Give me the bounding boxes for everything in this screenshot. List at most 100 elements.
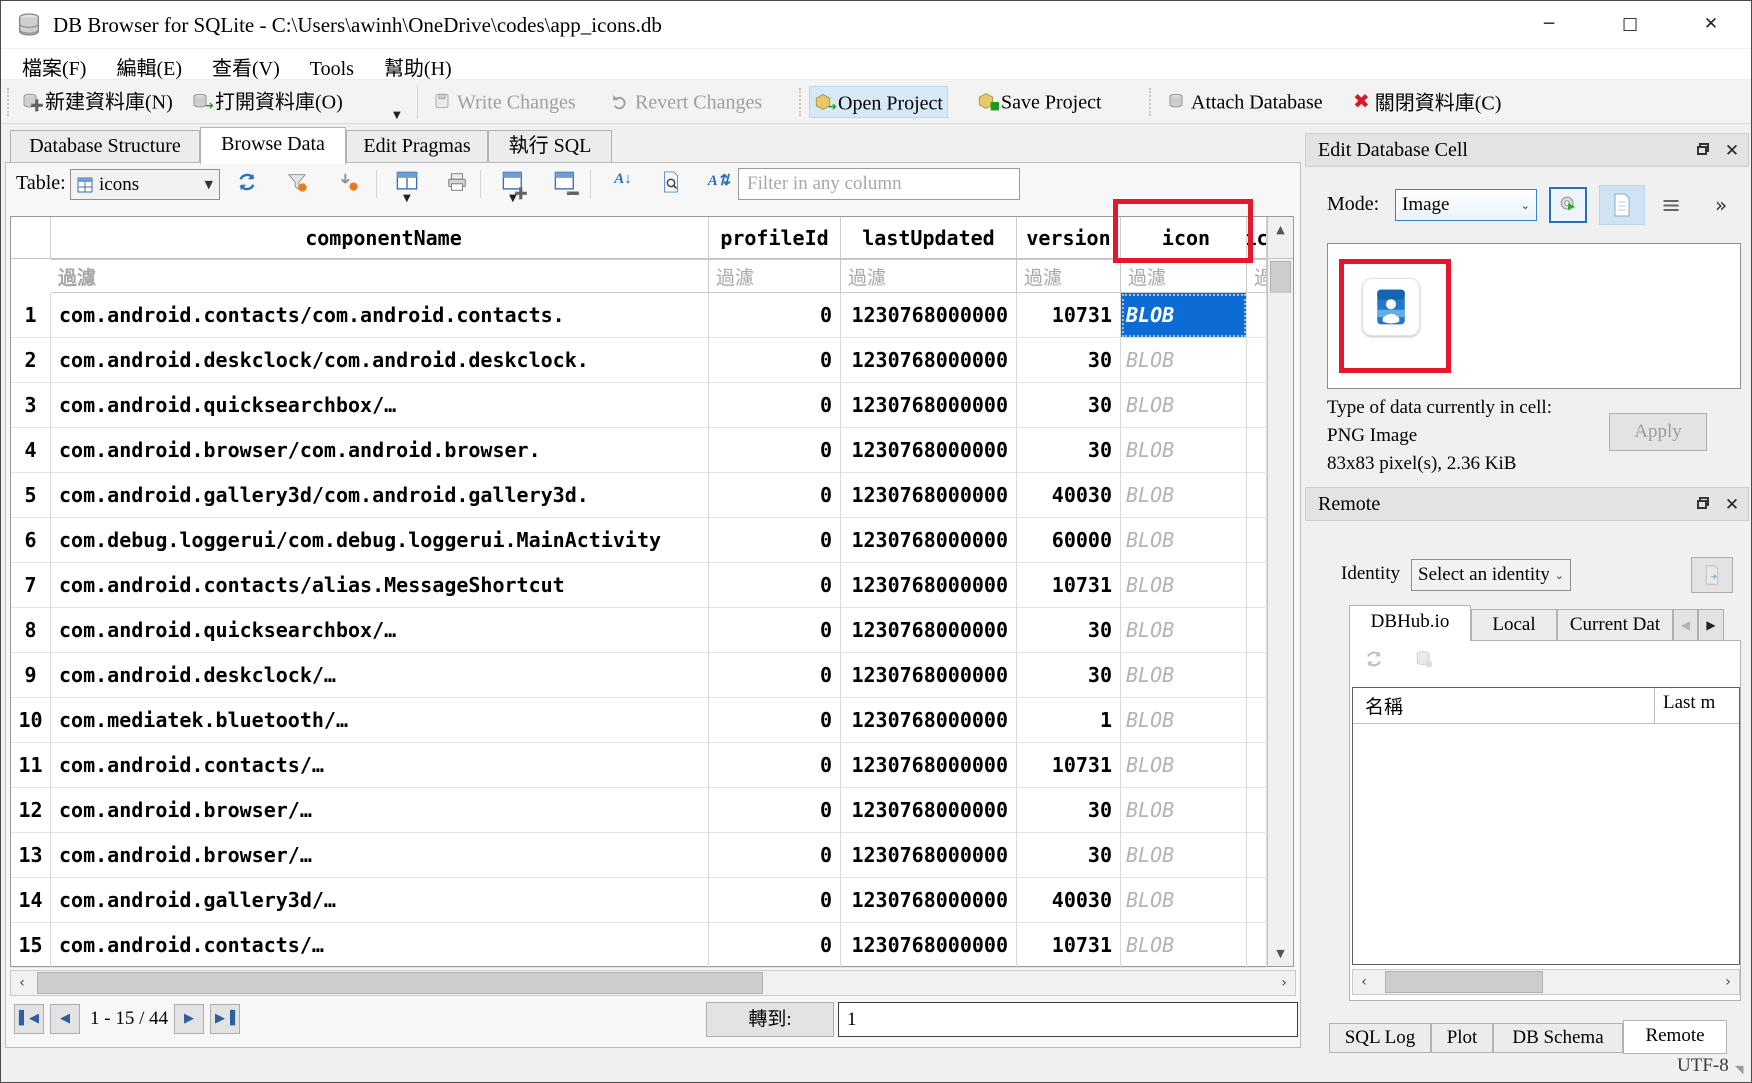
dock-tab-remote[interactable]: Remote: [1623, 1020, 1727, 1054]
hscrollbar-thumb[interactable]: [37, 972, 763, 994]
cell-icon-blob[interactable]: BLOB: [1121, 428, 1247, 473]
filter-partial[interactable]: 過濾: [1247, 259, 1267, 293]
open-project-button[interactable]: ➜ Open Project: [809, 86, 948, 118]
cell-version[interactable]: 10731: [1017, 293, 1121, 338]
cell-lastupdated[interactable]: 1230768000000: [841, 473, 1017, 518]
cell-componentname[interactable]: com.android.contacts/com.android.contact…: [51, 293, 709, 338]
cell-componentname[interactable]: com.android.quicksearchbox/…: [51, 383, 709, 428]
find-in-table-icon[interactable]: [658, 171, 684, 197]
cell-icon-blob[interactable]: BLOB: [1121, 833, 1247, 878]
table-row[interactable]: 5 com.android.gallery3d/com.android.gall…: [11, 473, 1267, 518]
cell-lastupdated[interactable]: 1230768000000: [841, 698, 1017, 743]
menu-file[interactable]: 檔案(F): [9, 49, 99, 80]
cell-componentname[interactable]: com.android.deskclock/com.android.deskcl…: [51, 338, 709, 383]
cell-profileid[interactable]: 0: [709, 923, 841, 968]
cell-profileid[interactable]: 0: [709, 878, 841, 923]
cell-icon-blob[interactable]: BLOB: [1121, 698, 1247, 743]
cell-version[interactable]: 30: [1017, 383, 1121, 428]
cell-componentname[interactable]: com.android.browser/…: [51, 788, 709, 833]
delete-record-button[interactable]: ➖: [552, 171, 578, 197]
attach-database-button[interactable]: Attach Database: [1163, 86, 1327, 118]
cell-lastupdated[interactable]: 1230768000000: [841, 518, 1017, 563]
cell-icon-blob[interactable]: BLOB: [1121, 923, 1247, 968]
cell-componentname[interactable]: com.android.contacts/alias.MessageShortc…: [51, 563, 709, 608]
close-button[interactable]: ✕: [1689, 1, 1733, 48]
cell-icon-blob[interactable]: BLOB: [1121, 518, 1247, 563]
cell-version[interactable]: 30: [1017, 338, 1121, 383]
cell-partial[interactable]: [1247, 608, 1267, 653]
cell-lastupdated[interactable]: 1230768000000: [841, 383, 1017, 428]
cell-componentname[interactable]: com.mediatek.bluetooth/…: [51, 698, 709, 743]
cell-icon-blob[interactable]: BLOB: [1121, 608, 1247, 653]
column-header-componentname[interactable]: componentName: [51, 217, 709, 259]
cell-lastupdated[interactable]: 1230768000000: [841, 293, 1017, 338]
remote-horizontal-scrollbar[interactable]: ‹ ›: [1352, 969, 1740, 995]
tab-scroll-right-icon[interactable]: ▶: [1698, 609, 1724, 641]
filter-componentname[interactable]: 過濾: [51, 259, 709, 293]
cell-profileid[interactable]: 0: [709, 608, 841, 653]
remote-upload-icon[interactable]: [1414, 649, 1434, 674]
cell-profileid[interactable]: 0: [709, 698, 841, 743]
scroll-right-icon[interactable]: ›: [1717, 970, 1739, 994]
cell-partial[interactable]: [1247, 428, 1267, 473]
cell-icon-blob[interactable]: BLOB: [1121, 788, 1247, 833]
cell-partial[interactable]: [1247, 788, 1267, 833]
cell-profileid[interactable]: 0: [709, 518, 841, 563]
filter-icon[interactable]: 過濾: [1121, 259, 1247, 293]
menu-view[interactable]: 查看(V): [199, 49, 293, 80]
maximize-button[interactable]: □: [1608, 1, 1652, 48]
close-dock-icon[interactable]: ✕: [1722, 495, 1742, 515]
filter-profileid[interactable]: 過濾: [709, 259, 841, 293]
table-row[interactable]: 12 com.android.browser/… 0 1230768000000…: [11, 788, 1267, 833]
cell-lastupdated[interactable]: 1230768000000: [841, 743, 1017, 788]
cell-profileid[interactable]: 0: [709, 563, 841, 608]
revert-changes-button[interactable]: Revert Changes: [607, 86, 766, 118]
cell-profileid[interactable]: 0: [709, 653, 841, 698]
filter-lastupdated[interactable]: 過濾: [841, 259, 1017, 293]
column-header-lastupdated[interactable]: lastUpdated: [841, 217, 1017, 259]
cell-partial[interactable]: [1247, 833, 1267, 878]
tab-scroll-left-icon[interactable]: ◀: [1673, 609, 1698, 641]
scroll-left-icon[interactable]: ‹: [1353, 970, 1375, 994]
remote-tab-local[interactable]: Local: [1471, 609, 1557, 641]
float-dock-icon[interactable]: [1694, 495, 1714, 515]
save-filters-button[interactable]: [336, 171, 362, 197]
encoding-status[interactable]: UTF-8: [1677, 1055, 1729, 1077]
cell-partial[interactable]: [1247, 653, 1267, 698]
cell-profileid[interactable]: 0: [709, 293, 841, 338]
cell-version[interactable]: 40030: [1017, 878, 1121, 923]
vertical-scrollbar-track[interactable]: ▼: [1267, 293, 1293, 966]
cell-profileid[interactable]: 0: [709, 473, 841, 518]
cell-componentname[interactable]: com.debug.loggerui/com.debug.loggerui.Ma…: [51, 518, 709, 563]
remote-column-last-modified[interactable]: Last m: [1655, 688, 1739, 723]
cell-profileid[interactable]: 0: [709, 383, 841, 428]
table-selector[interactable]: icons ▼: [70, 169, 220, 200]
remote-column-name[interactable]: 名稱: [1353, 688, 1655, 723]
cell-componentname[interactable]: com.android.quicksearchbox/…: [51, 608, 709, 653]
first-page-button[interactable]: ▌◀: [14, 1004, 44, 1034]
cell-lastupdated[interactable]: 1230768000000: [841, 428, 1017, 473]
cell-version[interactable]: 10731: [1017, 743, 1121, 788]
more-tools-chevron-icon[interactable]: »: [1715, 193, 1727, 217]
refresh-button[interactable]: [234, 171, 260, 197]
cell-profileid[interactable]: 0: [709, 428, 841, 473]
global-filter-input[interactable]: [738, 168, 1020, 200]
cell-version[interactable]: 10731: [1017, 563, 1121, 608]
table-row[interactable]: 9 com.android.deskclock/… 0 123076800000…: [11, 653, 1267, 698]
table-row[interactable]: 15 com.android.contacts/… 0 123076800000…: [11, 923, 1267, 968]
cell-partial[interactable]: [1247, 518, 1267, 563]
cell-componentname[interactable]: com.android.contacts/…: [51, 743, 709, 788]
filter-version[interactable]: 過濾: [1017, 259, 1121, 293]
cell-version[interactable]: 30: [1017, 788, 1121, 833]
save-project-button[interactable]: ■ Save Project: [973, 86, 1106, 118]
cell-version[interactable]: 10731: [1017, 923, 1121, 968]
cell-lastupdated[interactable]: 1230768000000: [841, 608, 1017, 653]
sort-descending-icon[interactable]: A⇅: [706, 171, 732, 197]
cell-componentname[interactable]: com.android.gallery3d/com.android.galler…: [51, 473, 709, 518]
cell-lastupdated[interactable]: 1230768000000: [841, 563, 1017, 608]
word-wrap-icon[interactable]: ≡: [1661, 191, 1681, 219]
cell-icon-blob[interactable]: BLOB: [1121, 383, 1247, 428]
remote-tab-dbhub[interactable]: DBHub.io: [1349, 605, 1471, 641]
cell-icon-blob[interactable]: BLOB: [1121, 878, 1247, 923]
open-database-caret-icon[interactable]: ▼: [393, 110, 401, 121]
